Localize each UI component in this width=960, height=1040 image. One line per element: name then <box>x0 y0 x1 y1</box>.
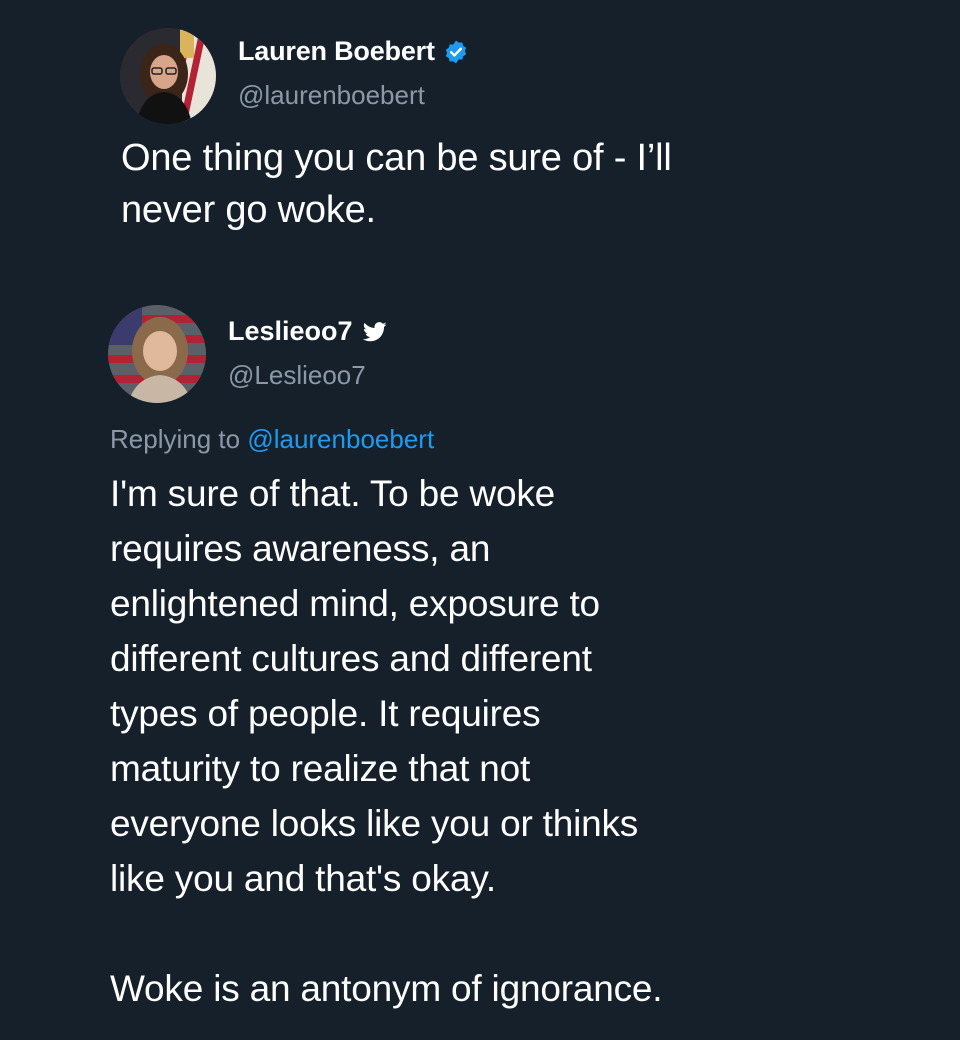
reply-author-name-row: Leslieoo7 <box>228 316 387 347</box>
reply-text: I'm sure of that. To be woke requires aw… <box>110 473 663 1009</box>
reply-author-handle[interactable]: @Leslieoo7 <box>228 360 366 391</box>
replying-to-label: Replying to <box>110 424 241 454</box>
avatar-image <box>120 28 216 124</box>
reply-author-avatar[interactable] <box>108 305 206 403</box>
reply-author-name[interactable]: Leslieoo7 <box>228 316 353 347</box>
author-name-row: Lauren Boebert <box>238 36 469 67</box>
avatar-image <box>108 305 206 403</box>
replying-to-mention-link[interactable]: @laurenboebert <box>247 424 434 454</box>
author-name[interactable]: Lauren Boebert <box>238 36 435 67</box>
author-handle[interactable]: @laurenboebert <box>238 80 425 111</box>
twitter-bird-icon <box>362 321 387 343</box>
verified-badge-icon <box>443 39 469 65</box>
tweet-text: One thing you can be sure of - I’ll neve… <box>121 137 672 231</box>
replying-to-line: Replying to @laurenboebert <box>110 424 434 455</box>
author-avatar[interactable] <box>120 28 216 124</box>
